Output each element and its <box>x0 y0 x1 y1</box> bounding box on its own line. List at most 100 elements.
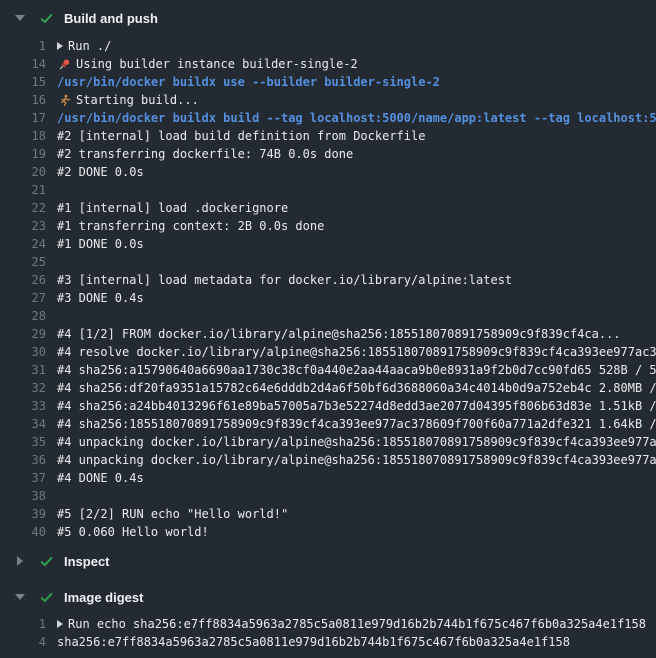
log-text: #2 DONE 0.0s <box>57 165 144 179</box>
line-number[interactable]: 23 <box>8 219 46 233</box>
line-number[interactable]: 1 <box>8 39 46 53</box>
line-number[interactable]: 38 <box>8 489 46 503</box>
line-number[interactable]: 37 <box>8 471 46 485</box>
line-content: #4 DONE 0.4s <box>46 471 144 485</box>
line-number[interactable]: 20 <box>8 165 46 179</box>
log-line[interactable]: 23#1 transferring context: 2B 0.0s done <box>0 217 656 235</box>
line-content: #4 sha256:df20fa9351a15782c64e6dddb2d4a6… <box>46 381 656 395</box>
chevron-down-icon <box>15 15 25 21</box>
log-line[interactable]: 31 #4 sha256:a15790640a6690aa1730c38cf0a4… <box>0 361 656 379</box>
run-expander-icon[interactable] <box>57 42 63 50</box>
line-number[interactable]: 27 <box>8 291 46 305</box>
line-content: #4 sha256:185518070891758909c9f839cf4ca3… <box>46 417 656 431</box>
line-number[interactable]: 39 <box>8 507 46 521</box>
line-content: #3 [internal] load metadata for docker.i… <box>46 273 512 287</box>
log-text: Using builder instance builder-single-2 <box>76 57 358 71</box>
log-line[interactable]: 4sha256:e7ff8834a5963a2785c5a0811e979d16… <box>0 633 656 651</box>
log-line[interactable]: 34#4 sha256:185518070891758909c9f839cf4c… <box>0 415 656 433</box>
log-line[interactable]: 39#5 [2/2] RUN echo "Hello world!" <box>0 505 656 523</box>
log-text: #1 DONE 0.0s <box>57 237 144 251</box>
line-number[interactable]: 4 <box>8 635 46 649</box>
line-number[interactable]: 22 <box>8 201 46 215</box>
line-number[interactable]: 18 <box>8 129 46 143</box>
run-expander-icon[interactable] <box>57 620 63 628</box>
line-number[interactable]: 1 <box>8 617 46 631</box>
line-content: Run echo sha256:e7ff8834a5963a2785c5a081… <box>46 617 646 631</box>
log-line[interactable]: 29#4 [1/2] FROM docker.io/library/alpine… <box>0 325 656 343</box>
line-content: /usr/bin/docker buildx build --tag local… <box>46 111 656 125</box>
line-number[interactable]: 36 <box>8 453 46 467</box>
line-content: #1 transferring context: 2B 0.0s done <box>46 219 324 233</box>
log-line[interactable]: 14 Using builder instance builder-single-… <box>0 55 656 73</box>
line-content: #5 0.060 Hello world! <box>46 525 209 539</box>
line-number[interactable]: 14 <box>8 57 46 71</box>
log-text: #4 sha256:a15790640a6690aa1730c38cf0a440… <box>57 363 656 377</box>
line-number[interactable]: 30 <box>8 345 46 359</box>
line-number[interactable]: 25 <box>8 255 46 269</box>
log-text: Run echo sha256:e7ff8834a5963a2785c5a081… <box>68 617 646 631</box>
log-line[interactable]: 22 #1 [internal] load .dockerignore <box>0 199 656 217</box>
log-line[interactable]: 25 <box>0 253 656 271</box>
check-icon <box>39 590 54 605</box>
section-body-build-and-push: 1Run ./ 14 Using builder instance builder-… <box>0 37 656 541</box>
check-icon <box>39 11 54 26</box>
line-number[interactable]: 34 <box>8 417 46 431</box>
line-number[interactable]: 16 <box>8 93 46 107</box>
chevron-down-icon <box>15 594 25 600</box>
line-number[interactable]: 24 <box>8 237 46 251</box>
line-number[interactable]: 17 <box>8 111 46 125</box>
line-content: #2 [internal] load build definition from… <box>46 129 425 143</box>
workflow-log: Build and push 1Run ./14Using builder in… <box>0 0 656 651</box>
log-line[interactable]: 32 #4 sha256:df20fa9351a15782c64e6dddb2d4… <box>0 379 656 397</box>
line-content: #3 DONE 0.4s <box>46 291 144 305</box>
line-content: #4 unpacking docker.io/library/alpine@sh… <box>46 435 656 449</box>
log-line[interactable]: 26 #3 [internal] load metadata for docker… <box>0 271 656 289</box>
log-text: #4 sha256:df20fa9351a15782c64e6dddb2d4a6… <box>57 381 656 395</box>
line-number[interactable]: 31 <box>8 363 46 377</box>
line-number[interactable]: 35 <box>8 435 46 449</box>
log-line[interactable]: 1Run ./ <box>0 37 656 55</box>
log-text: #1 [internal] load .dockerignore <box>57 201 288 215</box>
section-header-inspect[interactable]: Inspect <box>0 547 656 575</box>
line-content: #5 [2/2] RUN echo "Hello world!" <box>46 507 288 521</box>
log-line[interactable]: 37 #4 DONE 0.4s <box>0 469 656 487</box>
log-line[interactable]: 18#2 [internal] load build definition fr… <box>0 127 656 145</box>
line-number[interactable]: 19 <box>8 147 46 161</box>
line-content: #4 unpacking docker.io/library/alpine@sh… <box>46 453 656 467</box>
line-number[interactable]: 32 <box>8 381 46 395</box>
line-number[interactable]: 40 <box>8 525 46 539</box>
line-content: /usr/bin/docker buildx use --builder bui… <box>46 75 440 89</box>
line-number[interactable]: 28 <box>8 309 46 323</box>
log-line[interactable]: 35 #4 unpacking docker.io/library/alpine@… <box>0 433 656 451</box>
line-content: #1 DONE 0.0s <box>46 237 144 251</box>
line-number[interactable]: 15 <box>8 75 46 89</box>
line-content: #1 [internal] load .dockerignore <box>46 201 288 215</box>
log-line[interactable]: 24 #1 DONE 0.0s <box>0 235 656 253</box>
log-line[interactable]: 30#4 resolve docker.io/library/alpine@sh… <box>0 343 656 361</box>
log-text: #4 sha256:a24bb4013296f61e89ba57005a7b3e… <box>57 399 656 413</box>
log-line[interactable]: 17/usr/bin/docker buildx build --tag loc… <box>0 109 656 127</box>
line-content: Starting build... <box>46 93 199 107</box>
log-line[interactable]: 33 #4 sha256:a24bb4013296f61e89ba57005a7b… <box>0 397 656 415</box>
log-line[interactable]: 40#5 0.060 Hello world! <box>0 523 656 541</box>
log-line[interactable]: 16Starting build... <box>0 91 656 109</box>
log-text: #4 DONE 0.4s <box>57 471 144 485</box>
log-line[interactable]: 1 Run echo sha256:e7ff8834a5963a2785c5a08… <box>0 615 656 633</box>
log-text: #3 [internal] load metadata for docker.i… <box>57 273 512 287</box>
log-line[interactable]: 38 <box>0 487 656 505</box>
line-number[interactable]: 21 <box>8 183 46 197</box>
line-number[interactable]: 29 <box>8 327 46 341</box>
log-line[interactable]: 27#3 DONE 0.4s <box>0 289 656 307</box>
log-line[interactable]: 21 <box>0 181 656 199</box>
line-number[interactable]: 33 <box>8 399 46 413</box>
section-header-image-digest[interactable]: Image digest <box>0 583 656 611</box>
log-line[interactable]: 36#4 unpacking docker.io/library/alpine@… <box>0 451 656 469</box>
log-line[interactable]: 19#2 transferring dockerfile: 74B 0.0s d… <box>0 145 656 163</box>
log-line[interactable]: 15/usr/bin/docker buildx use --builder b… <box>0 73 656 91</box>
line-number[interactable]: 26 <box>8 273 46 287</box>
section-header-build-and-push[interactable]: Build and push <box>0 4 656 32</box>
log-text: #4 unpacking docker.io/library/alpine@sh… <box>57 435 656 449</box>
log-line[interactable]: 20 #2 DONE 0.0s <box>0 163 656 181</box>
log-line[interactable]: 28 <box>0 307 656 325</box>
line-content: #4 sha256:a24bb4013296f61e89ba57005a7b3e… <box>46 399 656 413</box>
